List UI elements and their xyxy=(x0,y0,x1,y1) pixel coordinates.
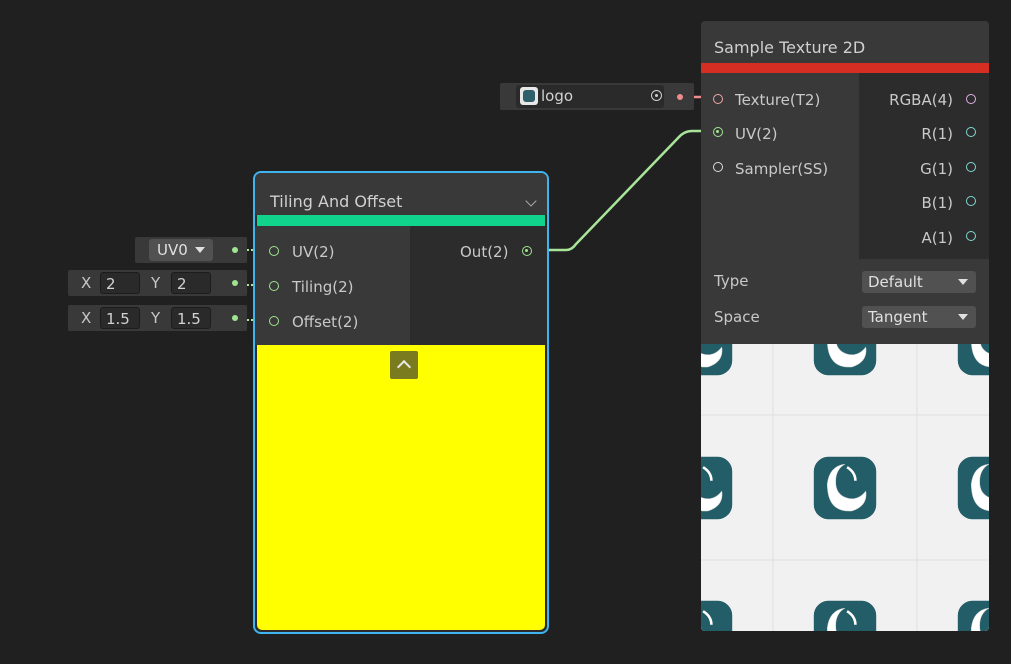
out-output-port[interactable] xyxy=(522,246,532,256)
offset-input-port[interactable] xyxy=(269,316,279,326)
r-output-port[interactable] xyxy=(966,127,976,137)
input-ports: UV(2) Tiling(2) Offset(2) xyxy=(255,226,410,345)
texture-name: logo xyxy=(541,87,574,105)
tiling-y-input[interactable]: 2 xyxy=(171,272,211,294)
uv-input-label: UV(2) xyxy=(292,243,335,261)
space-dropdown[interactable]: Tangent xyxy=(862,306,976,328)
node-header[interactable]: Tiling And Offset xyxy=(255,173,547,215)
collapse-preview-button[interactable] xyxy=(390,351,418,379)
tiling-y-label: Y xyxy=(151,274,161,292)
sample-texture-2d-node[interactable]: Sample Texture 2D Texture(T2) UV(2) Samp… xyxy=(701,21,989,631)
tiling-input-port[interactable] xyxy=(269,281,279,291)
chevron-down-icon[interactable] xyxy=(525,195,537,207)
connector-dot-icon xyxy=(232,280,238,286)
logo-tile-top-right xyxy=(956,344,989,377)
a-output-label: A(1) xyxy=(921,229,953,247)
rgba-output-label: RGBA(4) xyxy=(889,91,953,109)
g-output-label: G(1) xyxy=(920,160,953,178)
offset-y-input[interactable]: 1.5 xyxy=(171,307,211,329)
node-title: Sample Texture 2D xyxy=(714,38,866,57)
uv-input-port[interactable] xyxy=(713,127,723,137)
uv-channel-dropdown[interactable]: UV0 xyxy=(149,239,213,261)
space-label: Space xyxy=(714,308,760,326)
texture-thumbnail-icon xyxy=(520,87,538,105)
node-preview xyxy=(701,344,989,631)
uv-field: UV0 xyxy=(135,237,247,263)
texture-input-port[interactable] xyxy=(713,94,723,104)
connector-dot-icon xyxy=(677,94,683,100)
logo-tile-bottom-left xyxy=(701,599,734,631)
sampler-input-port[interactable] xyxy=(713,162,723,172)
r-output-label: R(1) xyxy=(921,125,953,143)
connector-dot-icon xyxy=(232,315,238,321)
node-preview xyxy=(257,345,545,630)
output-ports: RGBA(4) R(1) G(1) B(1) A(1) xyxy=(859,73,989,259)
a-output-port[interactable] xyxy=(966,231,976,241)
type-value: Default xyxy=(868,273,923,291)
tiled-logo-preview xyxy=(701,344,989,631)
uv-channel-value: UV0 xyxy=(157,241,188,259)
offset-y-label: Y xyxy=(151,309,161,327)
logo-tile-top-left xyxy=(701,344,734,377)
logo-tile-center xyxy=(812,455,878,521)
type-dropdown[interactable]: Default xyxy=(862,271,976,293)
uv-input-label: UV(2) xyxy=(735,125,778,143)
texture-field: logo xyxy=(500,83,694,110)
tiling-x-input[interactable]: 2 xyxy=(100,272,140,294)
offset-x-input[interactable]: 1.5 xyxy=(100,307,140,329)
dropdown-arrow-icon xyxy=(958,314,968,320)
logo-tile-bottom xyxy=(812,599,878,631)
tiling-field: X 2 Y 2 xyxy=(68,270,247,296)
logo-tile-top xyxy=(812,344,878,377)
offset-field: X 1.5 Y 1.5 xyxy=(68,305,247,331)
texture-input-label: Texture(T2) xyxy=(735,91,821,109)
object-picker-icon[interactable] xyxy=(651,90,662,101)
node-accent-bar xyxy=(257,215,545,226)
offset-x-label: X xyxy=(81,309,92,327)
tiling-input-label: Tiling(2) xyxy=(292,278,354,296)
texture-object-field[interactable]: logo xyxy=(516,85,664,108)
input-ports: Texture(T2) UV(2) Sampler(SS) xyxy=(701,73,859,259)
logo-tile-right xyxy=(956,455,989,521)
node-title: Tiling And Offset xyxy=(270,192,403,211)
dropdown-arrow-icon xyxy=(958,279,968,285)
dropdown-arrow-icon xyxy=(195,247,205,253)
node-accent-bar xyxy=(701,63,989,73)
node-properties: Type Default Space Tangent xyxy=(701,259,989,344)
connector-dot-icon xyxy=(232,247,238,253)
tiling-x-label: X xyxy=(81,274,92,292)
b-output-label: B(1) xyxy=(921,194,953,212)
offset-input-label: Offset(2) xyxy=(292,313,359,331)
uv-input-port[interactable] xyxy=(269,246,279,256)
logo-tile-left xyxy=(701,455,734,521)
g-output-port[interactable] xyxy=(966,162,976,172)
b-output-port[interactable] xyxy=(966,196,976,206)
sampler-input-label: Sampler(SS) xyxy=(735,160,829,178)
out-output-label: Out(2) xyxy=(460,243,509,261)
tiling-and-offset-node[interactable]: Tiling And Offset UV(2) Tiling(2) Offset… xyxy=(253,171,549,634)
space-value: Tangent xyxy=(868,308,928,326)
wire-out-to-uv[interactable] xyxy=(533,129,714,252)
node-header[interactable]: Sample Texture 2D xyxy=(701,21,989,63)
rgba-output-port[interactable] xyxy=(966,94,976,104)
type-label: Type xyxy=(714,272,749,290)
logo-tile-bottom-right xyxy=(956,599,989,631)
output-ports: Out(2) xyxy=(410,226,547,345)
